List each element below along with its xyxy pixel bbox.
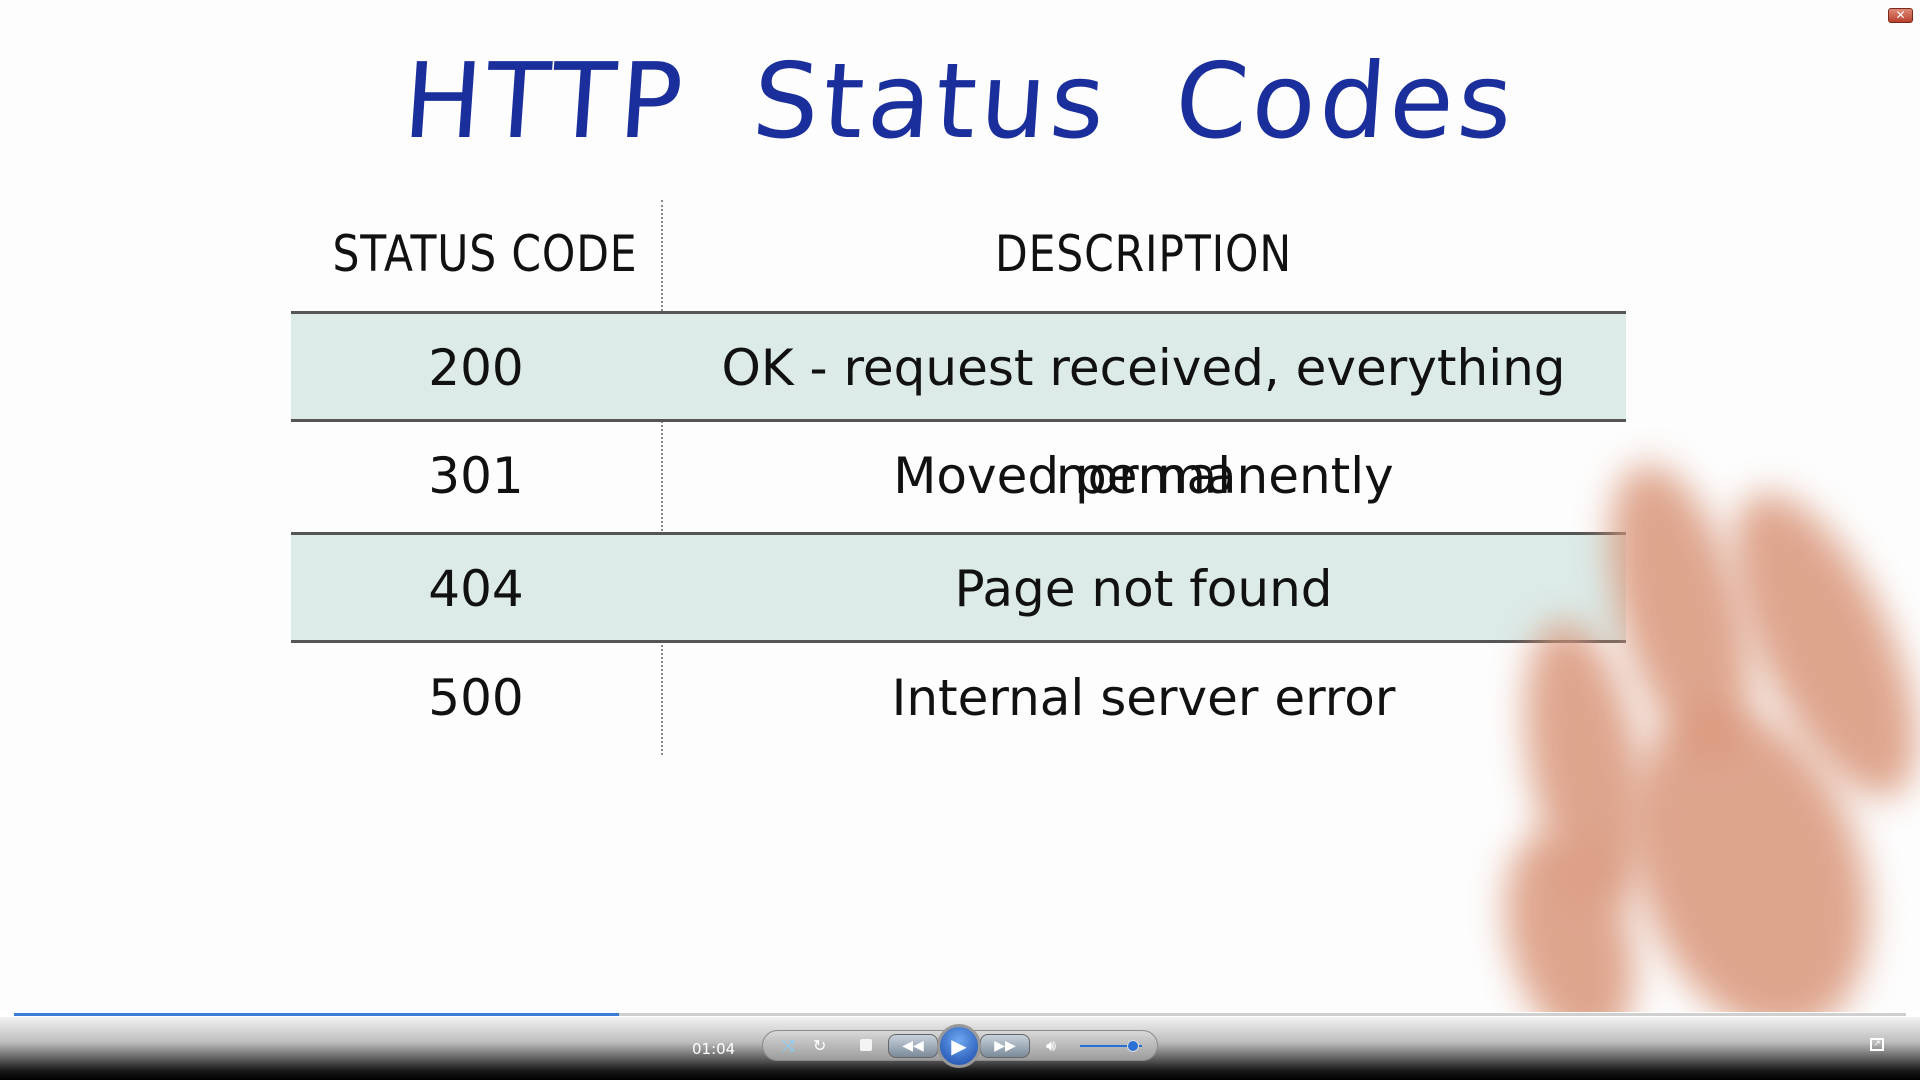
repeat-icon[interactable]: ↻ (813, 1036, 826, 1055)
video-frame[interactable]: HTTP Status Codes STATUS CODE DESCRIPTIO… (0, 0, 1920, 1012)
status-description: Moved permanently (893, 447, 1394, 505)
status-description: Internal server error (891, 669, 1396, 727)
table-row: 500 Internal server error (291, 644, 1626, 755)
seek-bar-fill (14, 1013, 620, 1016)
status-code: 500 (428, 669, 524, 727)
status-code: 301 (428, 447, 524, 505)
seek-bar[interactable] (14, 1013, 1906, 1016)
status-description: OK - request received, everything normal (721, 339, 1566, 505)
status-code: 200 (428, 339, 524, 397)
stop-icon[interactable] (860, 1039, 872, 1051)
volume-icon[interactable]: 🔊︎ (1046, 1036, 1056, 1056)
table-row: 404 Page not found (291, 532, 1626, 643)
current-time: 01:04 (692, 1040, 736, 1058)
slide-title: HTTP Status Codes (399, 40, 1521, 162)
volume-knob[interactable] (1126, 1040, 1139, 1052)
close-icon[interactable]: ✕ (1888, 8, 1913, 23)
play-icon[interactable]: ▶ (937, 1024, 981, 1068)
header-description: DESCRIPTION (994, 225, 1293, 283)
status-code: 404 (428, 560, 524, 618)
fast-forward-icon[interactable]: ▶▶ (980, 1034, 1030, 1058)
table-row: 200 OK - request received, everything no… (291, 311, 1626, 505)
header-status-code: STATUS CODE (332, 225, 638, 283)
status-description: Page not found (954, 560, 1333, 618)
rewind-icon[interactable]: ◀◀ (888, 1034, 938, 1058)
table-row: 301 Moved permanently (291, 422, 1626, 533)
shuffle-icon[interactable]: ⤨ (782, 1036, 795, 1056)
fullscreen-icon[interactable]: ↗ (1870, 1038, 1884, 1051)
